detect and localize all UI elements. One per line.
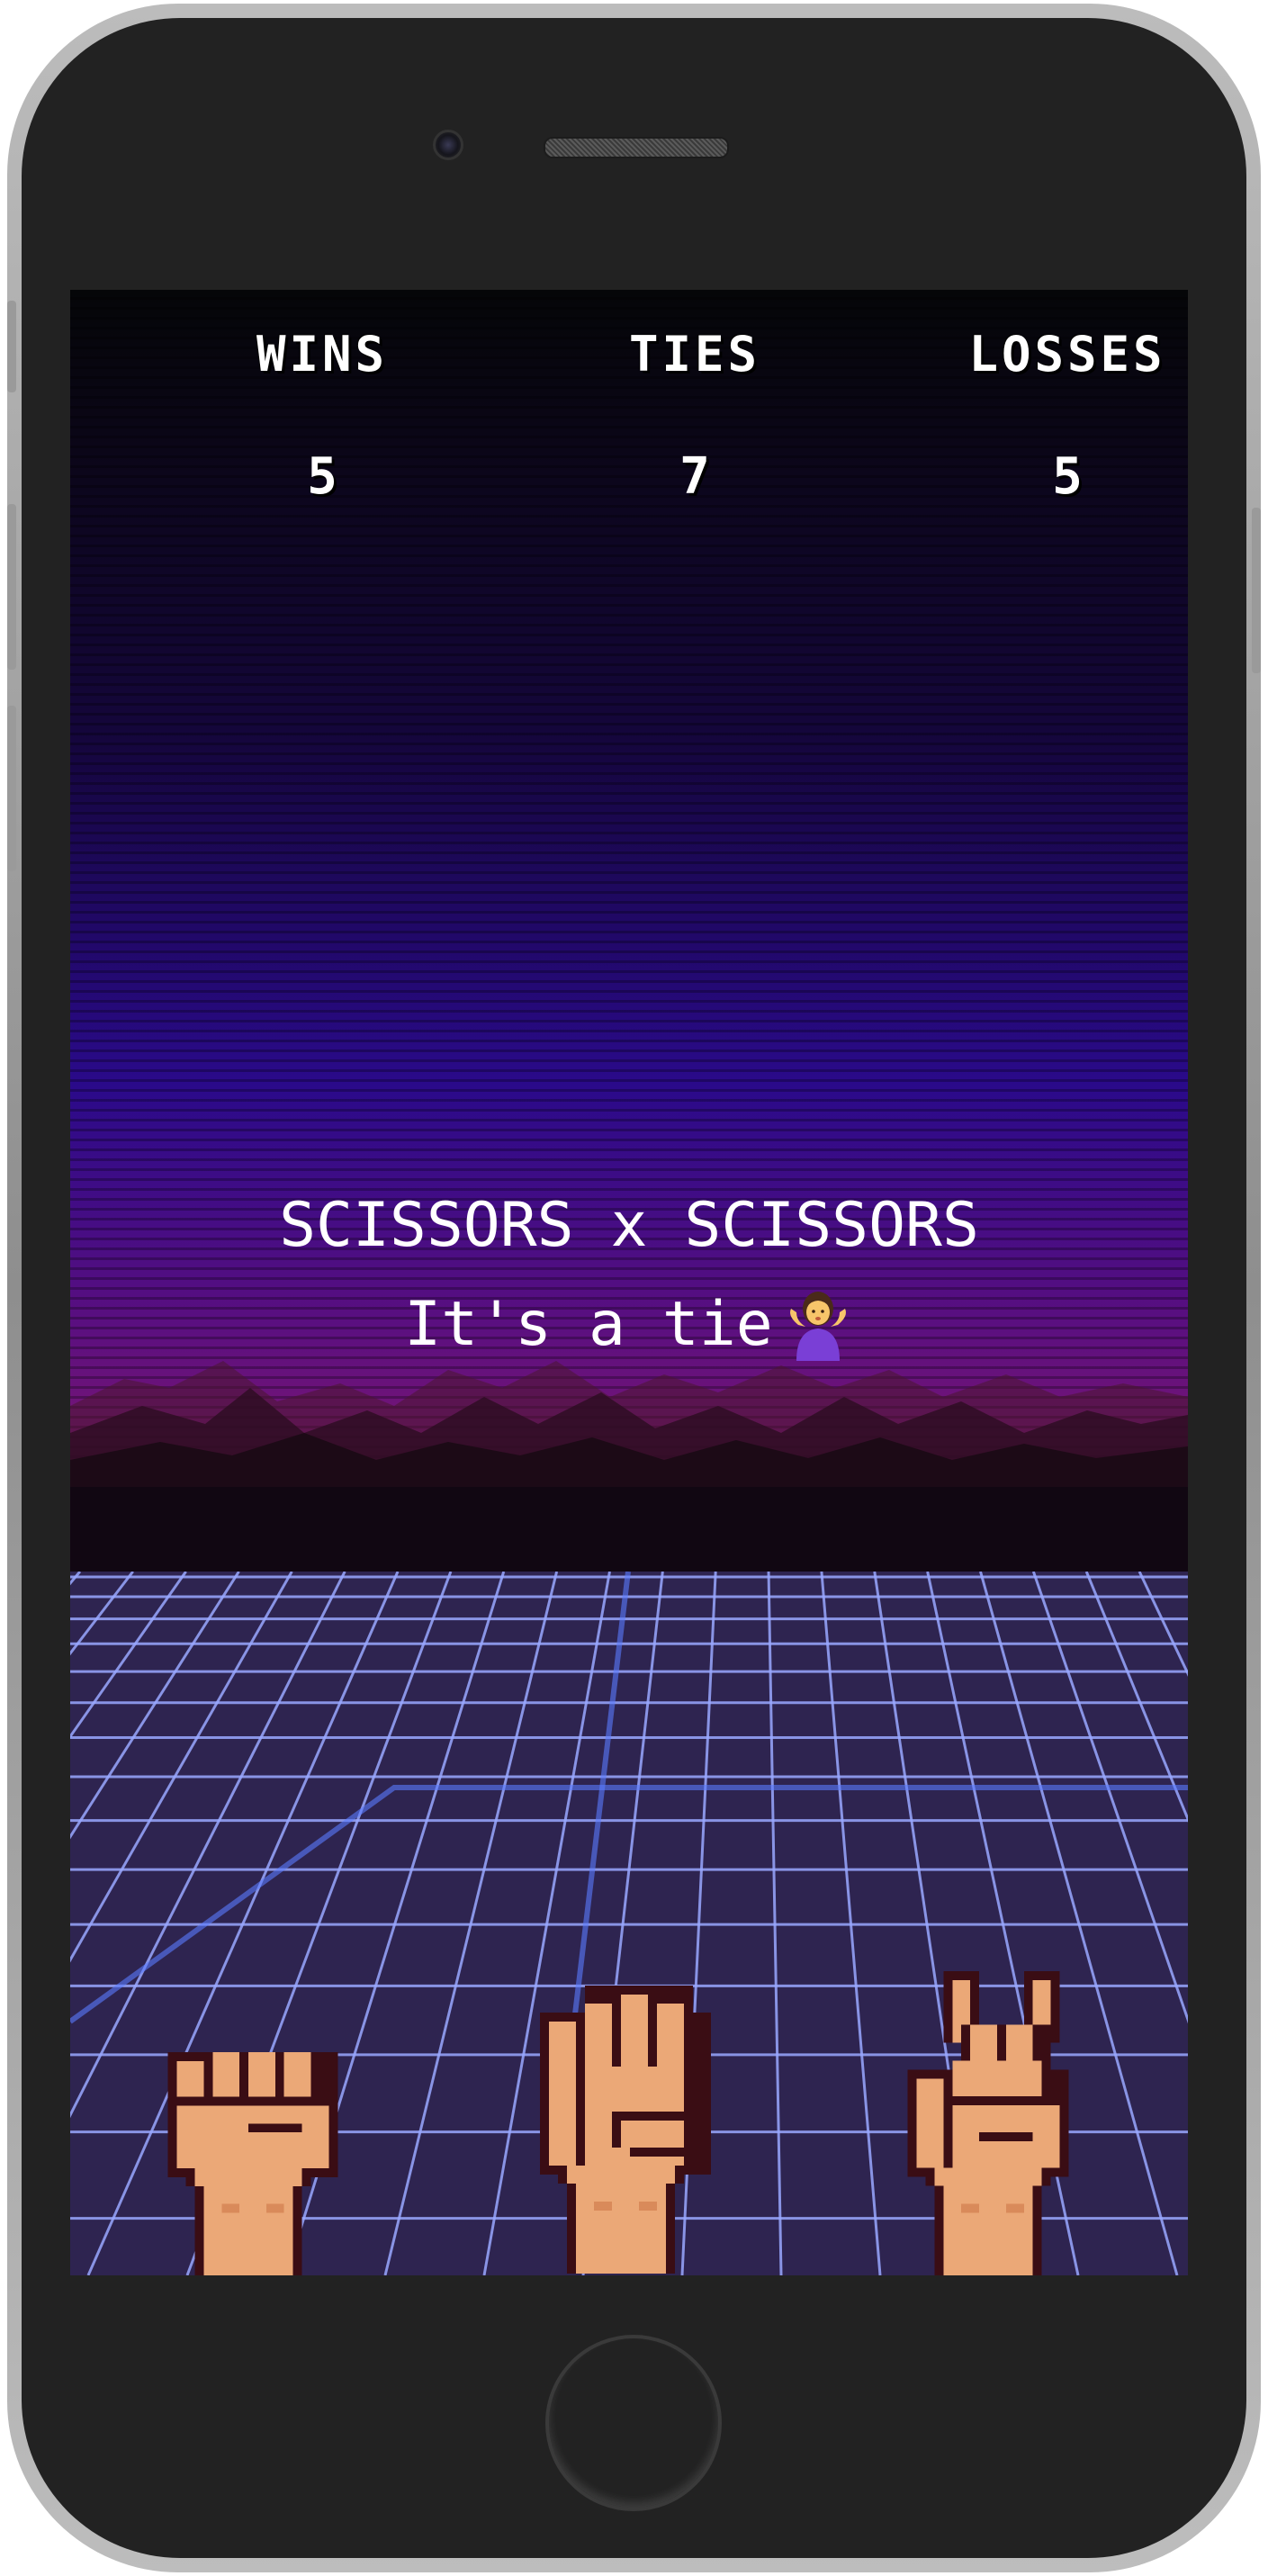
ties-count: 7 bbox=[679, 447, 710, 506]
home-button[interactable] bbox=[545, 2335, 722, 2511]
volume-down-button bbox=[7, 706, 16, 871]
front-camera bbox=[433, 130, 463, 160]
volume-up-button bbox=[7, 504, 16, 670]
rock-hand-icon bbox=[167, 2051, 338, 2275]
result-message: It's a tie bbox=[70, 1285, 1188, 1361]
ties-label: TIES bbox=[628, 326, 761, 383]
result-message-text: It's a tie bbox=[404, 1289, 773, 1360]
mute-switch bbox=[7, 301, 16, 392]
earpiece-speaker bbox=[544, 137, 729, 158]
power-button bbox=[1252, 508, 1261, 673]
game-screen: WINS 5 TIES 7 LOSSES 5 SCISSORS x SCISSO… bbox=[70, 290, 1188, 2275]
scissors-button[interactable] bbox=[907, 1971, 1078, 2275]
person-shrugging-icon bbox=[789, 1292, 846, 1361]
paper-hand-icon bbox=[540, 1986, 711, 2274]
wins-column: WINS 5 bbox=[187, 326, 457, 506]
losses-label: LOSSES bbox=[968, 326, 1166, 383]
scissors-hand-icon bbox=[907, 1971, 1069, 2275]
matchup-text: SCISSORS x SCISSORS bbox=[279, 1190, 979, 1261]
rock-button[interactable] bbox=[167, 2043, 338, 2275]
ties-column: TIES 7 bbox=[560, 326, 830, 506]
losses-column: LOSSES 5 bbox=[932, 326, 1188, 506]
wins-label: WINS bbox=[256, 326, 389, 383]
horizon-ground bbox=[70, 1487, 1188, 1572]
paper-button[interactable] bbox=[540, 1984, 711, 2275]
losses-count: 5 bbox=[1052, 447, 1083, 506]
wins-count: 5 bbox=[307, 447, 337, 506]
